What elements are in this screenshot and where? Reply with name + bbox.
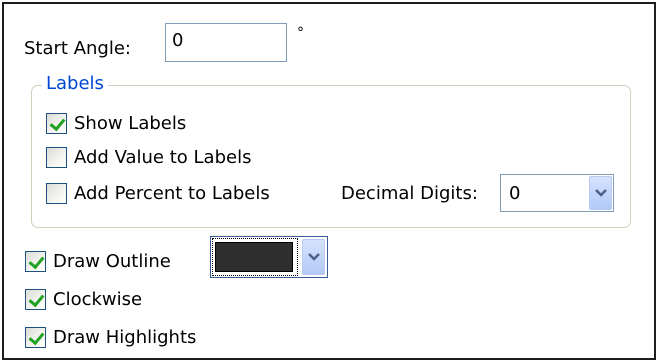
decimal-digits-value: 0 bbox=[509, 183, 521, 204]
decimal-digits-label: Decimal Digits: bbox=[341, 183, 478, 204]
add-value-checkbox[interactable] bbox=[46, 147, 67, 168]
chevron-down-icon bbox=[595, 189, 607, 197]
start-angle-value: 0 bbox=[172, 30, 184, 51]
outline-color-dropdown-button[interactable] bbox=[302, 239, 325, 275]
decimal-digits-dropdown-button[interactable] bbox=[589, 176, 612, 210]
start-angle-input[interactable]: 0 bbox=[165, 23, 287, 62]
draw-highlights-label: Draw Highlights bbox=[53, 327, 197, 348]
decimal-digits-select[interactable]: 0 bbox=[500, 174, 614, 212]
outline-color-picker[interactable] bbox=[210, 236, 328, 278]
add-percent-label: Add Percent to Labels bbox=[74, 183, 270, 204]
chevron-down-icon bbox=[308, 253, 320, 261]
degree-unit: ° bbox=[297, 25, 304, 41]
draw-highlights-checkbox[interactable] bbox=[25, 327, 46, 348]
add-percent-checkbox[interactable] bbox=[46, 183, 67, 204]
show-labels-checkbox[interactable] bbox=[46, 113, 67, 134]
add-value-label: Add Value to Labels bbox=[74, 147, 252, 168]
draw-outline-checkbox[interactable] bbox=[25, 251, 46, 272]
draw-outline-label: Draw Outline bbox=[53, 251, 171, 272]
show-labels-label: Show Labels bbox=[74, 113, 187, 134]
outline-color-swatch bbox=[215, 242, 293, 272]
start-angle-label: Start Angle: bbox=[24, 38, 131, 59]
clockwise-label: Clockwise bbox=[53, 289, 143, 310]
clockwise-checkbox[interactable] bbox=[25, 289, 46, 310]
labels-group-title: Labels bbox=[42, 73, 108, 95]
